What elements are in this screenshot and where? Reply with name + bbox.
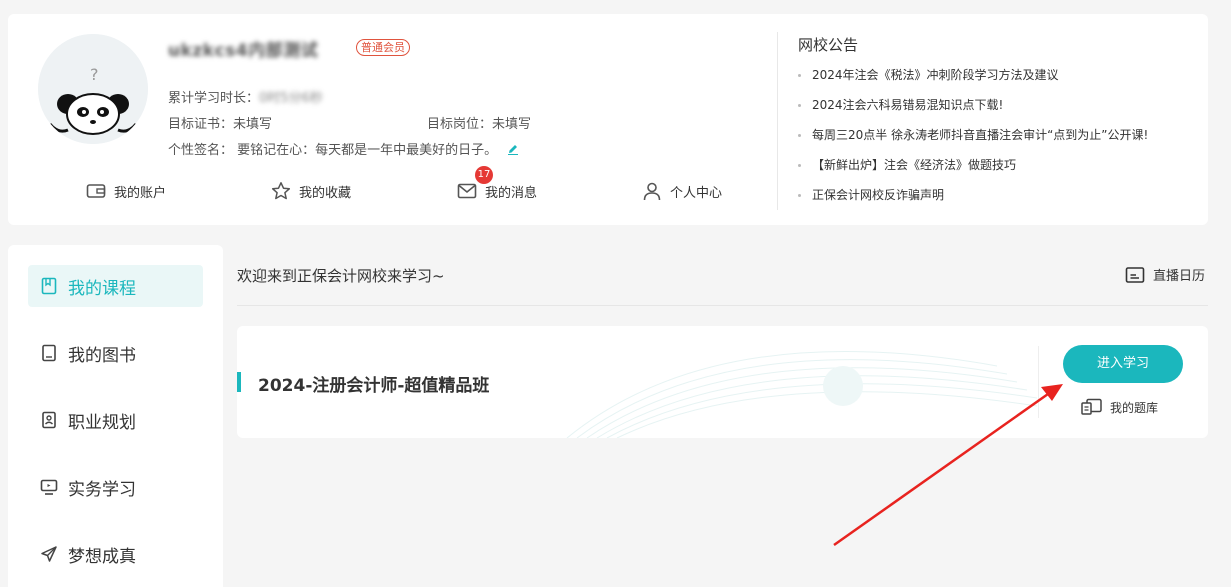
sidebar-item-dream[interactable]: 梦想成真 — [28, 533, 203, 575]
signature-value: 要铭记在心：每天都是一年中最美好的日子。 — [237, 143, 497, 158]
sidebar-item-label: 梦想成真 — [68, 542, 136, 567]
quick-link-personal-center[interactable]: 个人中心 — [642, 180, 722, 202]
quick-link-personal-center-label: 个人中心 — [670, 182, 722, 201]
question-bank-link[interactable]: 我的题库 — [1080, 398, 1158, 416]
wallet-icon — [86, 182, 106, 200]
target-cert-label: 目标证书： — [168, 117, 233, 132]
svg-text:?: ? — [90, 65, 99, 84]
id-card-icon — [40, 411, 58, 429]
paper-plane-icon — [40, 545, 58, 563]
edit-pencil-icon[interactable] — [507, 143, 519, 159]
sidebar-item-label: 职业规划 — [68, 408, 136, 433]
sidebar-item-label: 我的图书 — [68, 341, 136, 366]
target-job: 目标岗位：未填写 — [427, 113, 531, 132]
profile-card: ? ukzkcs4内部测试 普通会员 累计学习时长：0时5分6秒 目标证书：未填… — [8, 14, 1208, 225]
notice-item[interactable]: 2024注会六科易错易混知识点下载! — [798, 95, 1148, 125]
member-badge: 普通会员 — [356, 39, 410, 56]
study-time: 累计学习时长：0时5分6秒 — [168, 87, 323, 106]
quick-link-messages[interactable]: 17 我的消息 — [457, 180, 537, 202]
target-job-label: 目标岗位： — [427, 117, 492, 132]
sidebar-item-label: 我的课程 — [68, 274, 136, 299]
username: ukzkcs4内部测试 — [168, 36, 318, 61]
question-bank-label: 我的题库 — [1110, 399, 1158, 416]
quick-link-messages-label: 我的消息 — [485, 182, 537, 201]
target-cert: 目标证书：未填写 — [168, 113, 272, 132]
sidebar-item-my-courses[interactable]: 我的课程 — [28, 265, 203, 307]
course-accent-bar — [237, 372, 241, 392]
welcome-text: 欢迎来到正保会计网校来学习~ — [237, 265, 445, 286]
sidebar-item-practice[interactable]: 实务学习 — [28, 466, 203, 508]
quick-link-favorites[interactable]: 我的收藏 — [271, 180, 351, 202]
signature-label: 个性签名： — [168, 143, 233, 158]
notice-item[interactable]: 正保会计网校反诈骗声明 — [798, 185, 1148, 215]
live-calendar-label: 直播日历 — [1153, 265, 1205, 284]
study-time-value: 0时5分6秒 — [259, 91, 323, 106]
course-title[interactable]: 2024-注册会计师-超值精品班 — [258, 371, 489, 396]
monitor-icon — [40, 478, 58, 496]
sidebar: 我的课程 我的图书 职业规划 实务学习 梦想成真 — [8, 245, 223, 587]
calendar-icon — [1125, 266, 1145, 284]
sidebar-item-my-books[interactable]: 我的图书 — [28, 332, 203, 374]
notice-list: 2024年注会《税法》冲刺阶段学习方法及建议 2024注会六科易错易混知识点下载… — [798, 65, 1148, 215]
notice-item[interactable]: 2024年注会《税法》冲刺阶段学习方法及建议 — [798, 65, 1148, 95]
quick-link-account-label: 我的账户 — [114, 182, 166, 201]
live-calendar-link[interactable]: 直播日历 — [1125, 265, 1205, 284]
avatar[interactable]: ? — [38, 34, 148, 144]
book-icon — [40, 277, 58, 295]
quick-link-account[interactable]: 我的账户 — [86, 180, 166, 202]
target-job-value: 未填写 — [492, 117, 531, 132]
sidebar-item-label: 实务学习 — [68, 475, 136, 500]
user-icon — [642, 181, 662, 201]
message-count-badge: 17 — [475, 166, 493, 184]
horizontal-divider — [237, 305, 1208, 306]
star-icon — [271, 181, 291, 201]
vertical-divider — [777, 32, 778, 210]
mail-icon — [457, 182, 477, 200]
books-icon — [40, 344, 58, 362]
sidebar-item-career[interactable]: 职业规划 — [28, 399, 203, 441]
study-time-label: 累计学习时长： — [168, 91, 259, 106]
target-cert-value: 未填写 — [233, 117, 272, 132]
signature: 个性签名： 要铭记在心：每天都是一年中最美好的日子。 — [168, 139, 519, 159]
notice-item[interactable]: 每周三20点半 徐永涛老师抖音直播注会审计“点到为止”公开课! — [798, 125, 1148, 155]
enter-study-button[interactable]: 进入学习 — [1063, 345, 1183, 383]
course-divider — [1038, 346, 1039, 418]
quick-link-favorites-label: 我的收藏 — [299, 182, 351, 201]
course-card[interactable]: 2024-注册会计师-超值精品班 进入学习 我的题库 — [237, 326, 1208, 438]
question-bank-icon — [1080, 398, 1104, 416]
notice-item[interactable]: 【新鲜出炉】注会《经济法》做题技巧 — [798, 155, 1148, 185]
panda-avatar-icon: ? — [38, 34, 148, 144]
notice-title: 网校公告 — [798, 34, 858, 55]
